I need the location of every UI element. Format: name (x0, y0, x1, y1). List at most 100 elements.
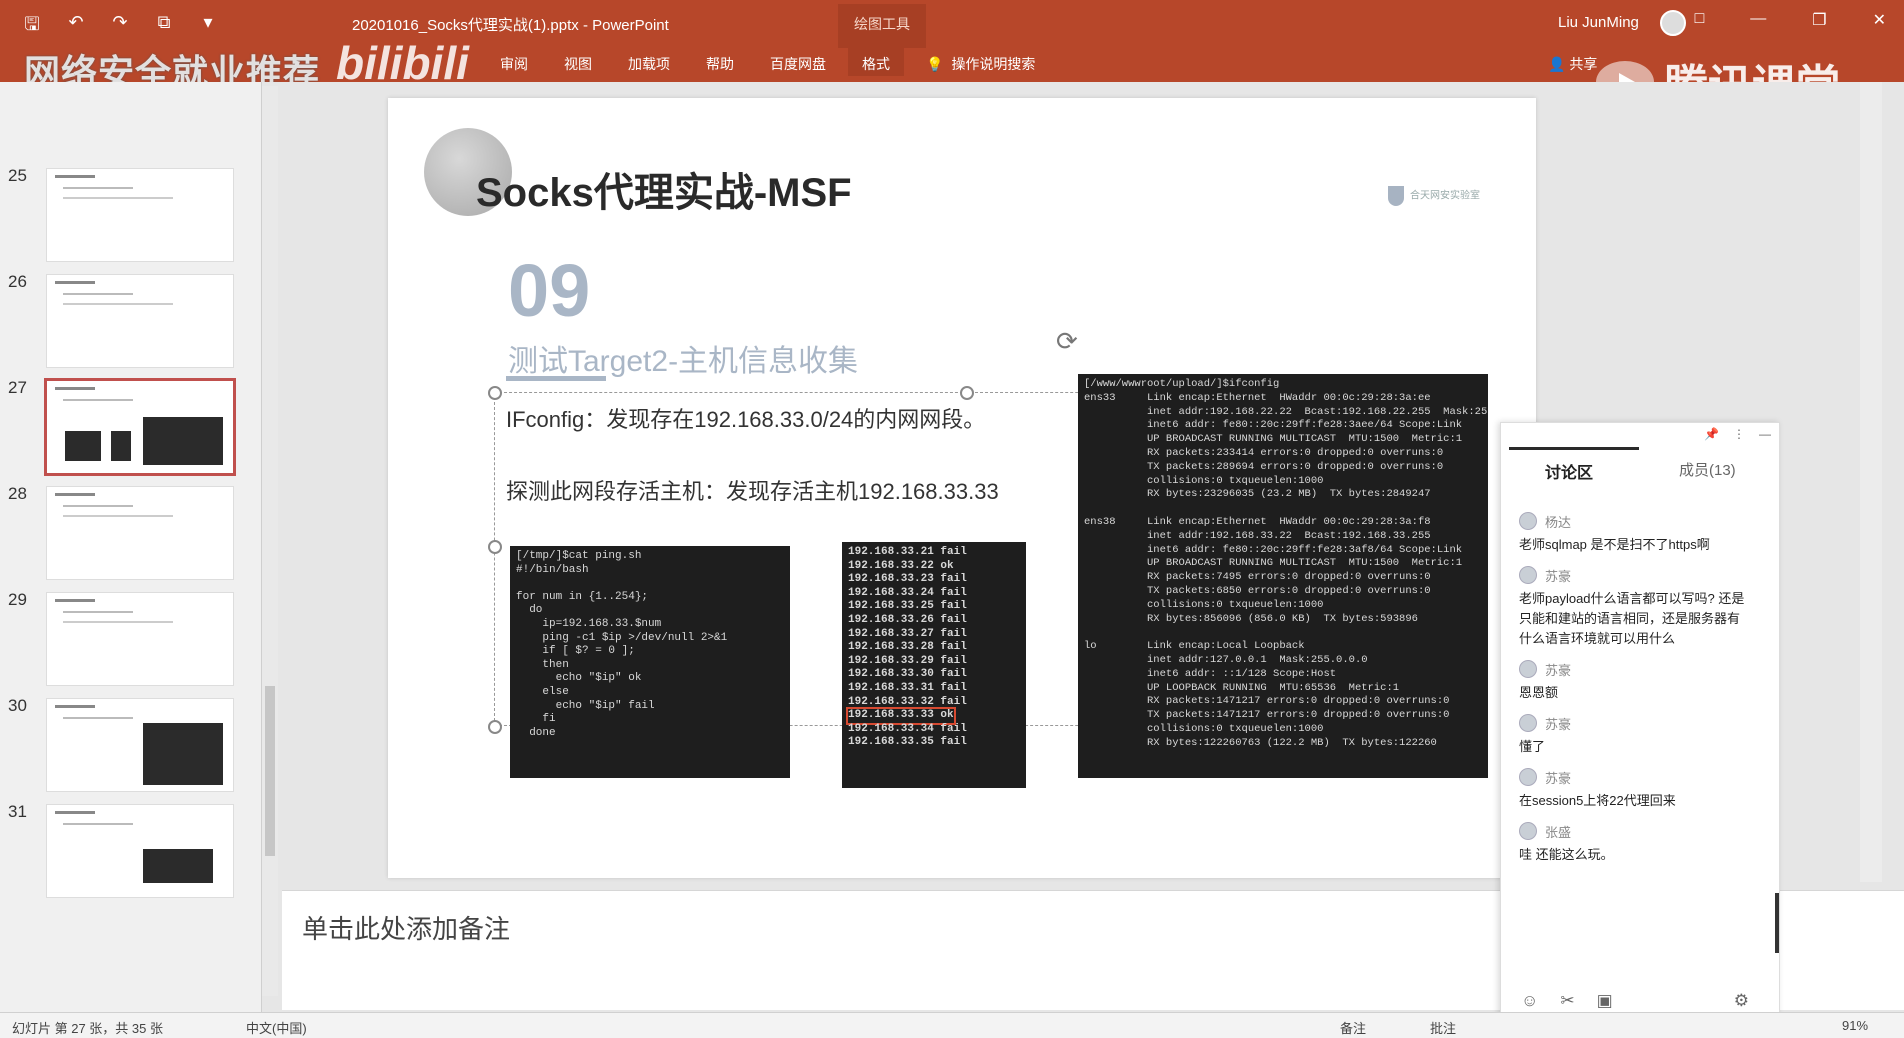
pin-icon[interactable]: 📌 (1704, 427, 1719, 441)
terminal-line: UP BROADCAST RUNNING MULTICAST MTU:1500 … (1084, 557, 1482, 571)
terminal-line-text: collisions:0 txqueuelen:1000 (1084, 722, 1324, 735)
section-number[interactable]: 09 (508, 248, 590, 333)
lab-logo-text: 合天网安实验室 (1410, 190, 1480, 202)
language-indicator[interactable]: 中文(中国) (246, 1018, 307, 1037)
thumbnail-row: 29 (0, 586, 262, 692)
terminal-line-text: fi (516, 713, 556, 726)
resize-handle[interactable] (488, 540, 502, 554)
terminal-line-text: 192.168.33.35 fail (848, 736, 967, 749)
terminal-line: UP LOOPBACK RUNNING MTU:65536 Metric:1 (1084, 682, 1482, 696)
slide-count: 幻灯片 第 27 张，共 35 张 (12, 1021, 163, 1036)
tab-format[interactable]: 格式 (848, 48, 904, 76)
rotate-handle-icon[interactable]: ⟳ (1056, 326, 1084, 356)
terminal-line: if [ $? = 0 ]; (516, 645, 784, 659)
scissors-icon[interactable]: ✂ (1560, 991, 1574, 1011)
slide-canvas[interactable]: Socks代理实战-MSF 合天网安实验室 09 测试Target2-主机信息收… (388, 98, 1536, 878)
image-icon[interactable]: ▣ (1597, 991, 1613, 1011)
redo-icon[interactable]: ↷ (108, 12, 132, 42)
terminal-line: 192.168.33.27 fail (848, 628, 1020, 642)
terminal-line: fi (516, 713, 784, 727)
tell-me-search[interactable]: 💡 操作说明搜索 (926, 54, 1035, 74)
terminal-line: inet6 addr: fe80::20c:29ff:fe28:3af8/64 … (1084, 544, 1482, 558)
slide-title[interactable]: Socks代理实战-MSF (476, 160, 852, 218)
share-button[interactable]: 👤 共享 (1548, 54, 1597, 74)
user-name[interactable]: Liu JunMing (1558, 14, 1639, 31)
tab-baidu-netdisk[interactable]: 百度网盘 (770, 54, 826, 76)
script-terminal-screenshot[interactable]: [/tmp/]$cat ping.sh #!/bin/bash for num i… (510, 546, 790, 778)
terminal-line: [/tmp/]$cat ping.sh (516, 550, 784, 564)
undo-icon[interactable]: ↶ (64, 12, 88, 42)
thumbnail-row: 26 (0, 268, 262, 374)
terminal-line-text: collisions:0 txqueuelen:1000 (1084, 598, 1324, 611)
close-button[interactable]: ✕ (1873, 10, 1886, 30)
minimize-panel-icon[interactable]: — (1759, 427, 1771, 441)
restore-button[interactable]: ❐ (1812, 10, 1826, 30)
avatar (1519, 822, 1537, 840)
ribbon-display-button[interactable]: □ (1695, 10, 1705, 30)
slide-thumbnail-30[interactable] (46, 698, 234, 792)
slide-scrollbar[interactable] (1860, 82, 1882, 882)
terminal-line-text: RX bytes:122260763 (122.2 MB) TX bytes:1… (1084, 736, 1437, 749)
terminal-line: RX bytes:856096 (856.0 KB) TX bytes:5938… (1084, 613, 1482, 627)
lightbulb-icon: 💡 (926, 55, 944, 72)
terminal-line: 192.168.33.23 fail (848, 573, 1020, 587)
terminal-line-text: TX packets:6850 errors:0 dropped:0 overr… (1084, 584, 1431, 597)
terminal-line: [/www/wwwroot/upload/]$ifconfig (1084, 378, 1482, 392)
terminal-line: TX packets:1471217 errors:0 dropped:0 ov… (1084, 709, 1482, 723)
ifconfig-terminal-screenshot[interactable]: [/www/wwwroot/upload/]$ifconfig ens33 Lin… (1078, 374, 1488, 778)
slide-thumbnail-26[interactable] (46, 274, 234, 368)
terminal-line-text: then (516, 658, 569, 671)
terminal-line-text: echo "$ip" fail (516, 699, 655, 712)
customize-qat-icon[interactable]: ▾ (196, 12, 220, 42)
drawing-tools-label: 绘图工具 (838, 4, 926, 48)
message-text: 懂了 (1519, 739, 1546, 754)
save-icon[interactable]: 🖫 (20, 12, 44, 42)
notes-toggle[interactable]: 备注 (1340, 1018, 1366, 1037)
section-subtitle[interactable]: 测试Target2-主机信息收集 (508, 336, 858, 380)
terminal-line: 192.168.33.35 fail (848, 736, 1020, 750)
slide-thumbnail-31[interactable] (46, 804, 234, 898)
tab-help[interactable]: 帮助 (706, 54, 734, 76)
terminal-line-text: RX bytes:856096 (856.0 KB) TX bytes:5938… (1084, 612, 1418, 625)
thumbnail-number: 28 (8, 484, 27, 503)
ping-results-screenshot[interactable]: 192.168.33.21 fail 192.168.33.22 ok 192.16… (842, 542, 1026, 788)
slide-thumbnail-25[interactable] (46, 168, 234, 262)
tab-addins[interactable]: 加载项 (628, 54, 670, 76)
terminal-line: 192.168.33.24 fail (848, 587, 1020, 601)
slide-thumbnail-27[interactable] (44, 378, 236, 476)
list-item: 苏豪 在session5上将22代理回来 (1519, 765, 1771, 811)
tab-members[interactable]: 成员(13) (1679, 459, 1736, 480)
resize-handle[interactable] (488, 720, 502, 734)
avatar (1519, 714, 1537, 732)
notes-placeholder[interactable]: 单击此处添加备注 (302, 909, 510, 946)
tab-review[interactable]: 审阅 (500, 54, 528, 76)
avatar[interactable] (1660, 10, 1686, 36)
settings-icon[interactable]: ⚙ (1734, 991, 1749, 1011)
terminal-line-text: collisions:0 txqueuelen:1000 (1084, 474, 1324, 487)
terminal-line-text: TX packets:289694 errors:0 dropped:0 ove… (1084, 460, 1444, 473)
more-icon[interactable]: ⋮ (1733, 427, 1745, 441)
tab-discussion[interactable]: 讨论区 (1545, 459, 1593, 483)
present-icon[interactable]: ⧉ (152, 12, 176, 42)
resize-handle[interactable] (960, 386, 974, 400)
terminal-line-text: do (516, 604, 543, 617)
terminal-line-text: ens38 Link encap:Ethernet HWaddr 00:0c:2… (1084, 515, 1431, 528)
scrollbar-thumb[interactable] (265, 686, 275, 856)
terminal-line: 192.168.33.28 fail (848, 641, 1020, 655)
slide-thumbnail-28[interactable] (46, 486, 234, 580)
terminal-line-text: 192.168.33.30 fail (848, 668, 967, 681)
thumbnail-scrollbar[interactable] (262, 86, 278, 996)
terminal-line: inet6 addr: fe80::20c:29ff:fe28:3aee/64 … (1084, 419, 1482, 433)
tab-view[interactable]: 视图 (564, 54, 592, 76)
slide-thumbnail-29[interactable] (46, 592, 234, 686)
minimize-button[interactable]: — (1750, 10, 1766, 30)
thumbnail-row: 28 (0, 480, 262, 586)
resize-handle[interactable] (488, 386, 502, 400)
discussion-scrollbar[interactable] (1775, 893, 1779, 953)
zoom-level[interactable]: 91% (1842, 1018, 1868, 1033)
comments-toggle[interactable]: 批注 (1430, 1018, 1456, 1037)
lab-logo: 合天网安实验室 (1388, 186, 1508, 212)
emoji-icon[interactable]: ☺ (1521, 991, 1538, 1011)
message-author: 苏豪 (1545, 770, 1572, 786)
message-author: 杨达 (1545, 514, 1572, 530)
